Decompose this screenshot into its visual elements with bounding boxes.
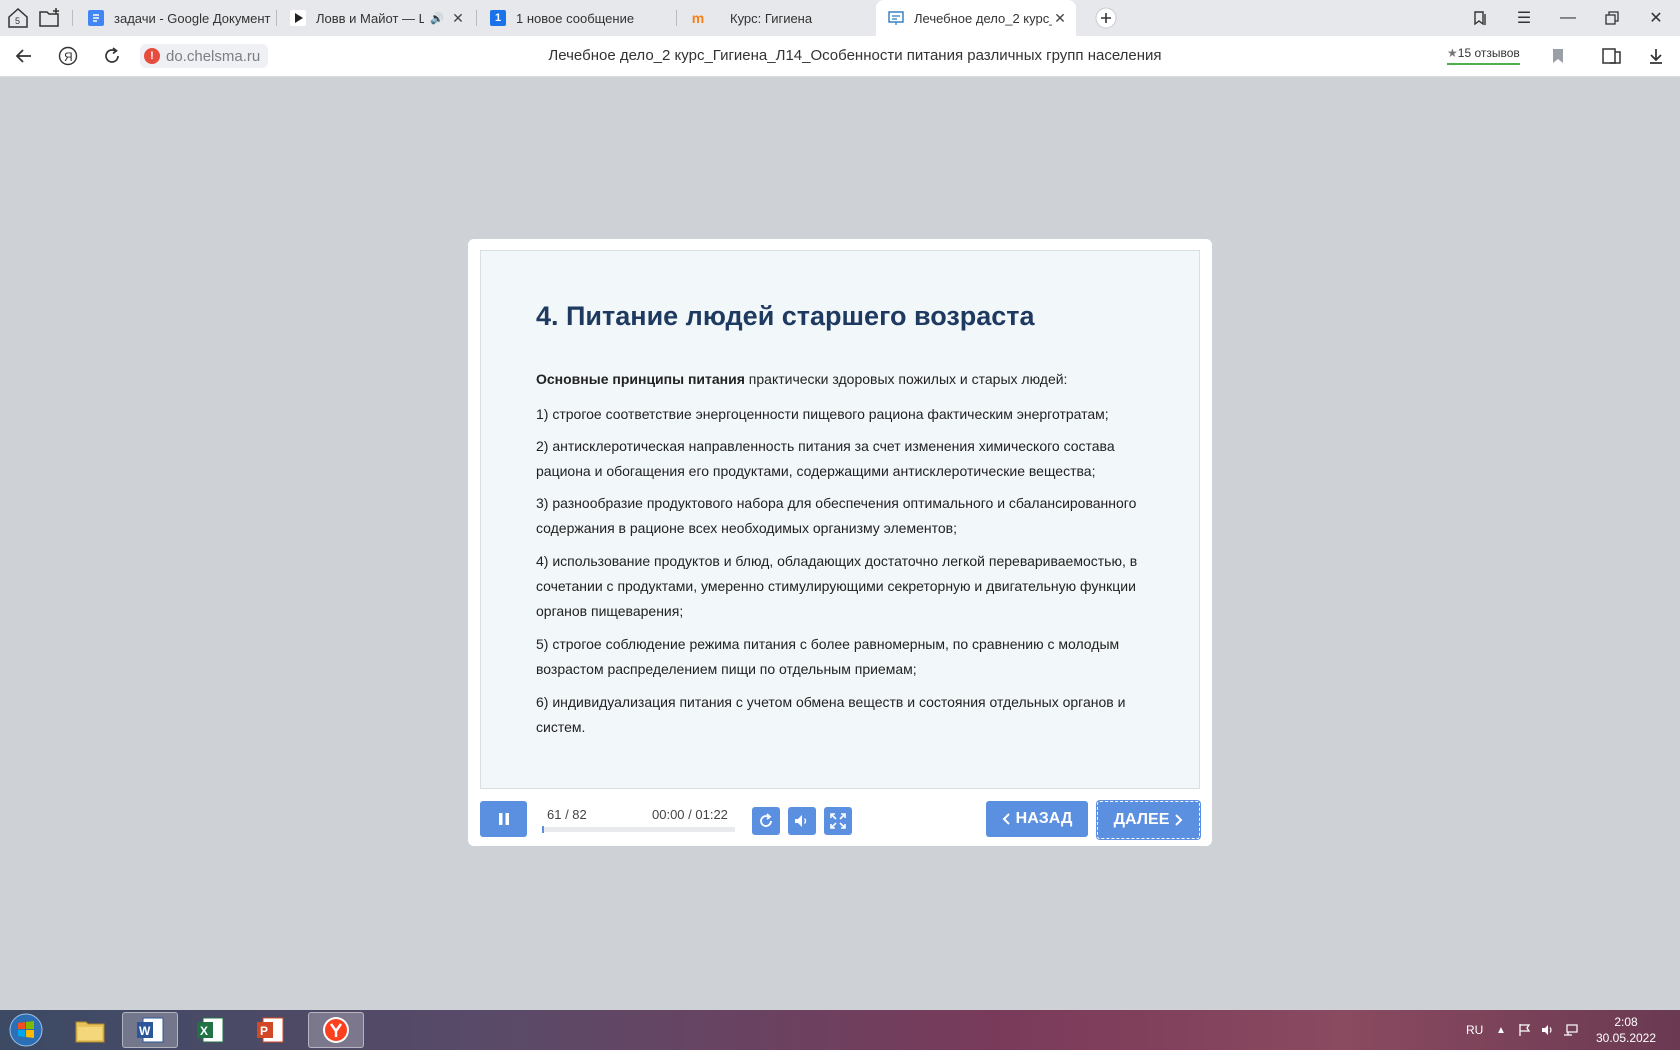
restore-icon[interactable] [1590,0,1634,36]
tab-title: Ловв и Майот — LO [316,10,425,26]
clock-date: 30.05.2022 [1595,1031,1657,1045]
taskbar: W X P RU ▲ 2:08 30.05.2022 [0,1010,1680,1050]
intro-bold: Основные принципы питания [536,371,745,387]
reviews-count: 15 отзывов [1457,46,1520,60]
progress-handle[interactable] [542,826,544,833]
back-arrow-icon[interactable] [10,42,38,70]
svg-text:5: 5 [15,16,20,26]
tab-lovv-i-mayot[interactable]: Ловв и Майот — LO 🔊 ✕ [278,0,474,36]
svg-text:X: X [200,1024,208,1038]
tab-title: задачи - Google Документ [114,10,271,26]
clock-time: 2:08 [1614,1015,1638,1029]
excel-icon[interactable]: X [182,1012,238,1048]
slide-intro: Основные принципы питания практически зд… [536,367,1146,392]
close-tab-icon[interactable]: ✕ [1052,10,1068,27]
list-item: 4) использование продуктов и блюд, облад… [536,553,1138,619]
url-field[interactable]: ! do.chelsma.ru [140,44,269,68]
google-docs-icon [88,10,104,26]
tab-strip: 5 задачи - Google Документ Ловв и Майот … [0,0,1680,36]
language-indicator[interactable]: RU [1466,1010,1483,1050]
list-item: 3) разнообразие продуктового набора для … [536,495,1137,536]
bookmark-icon[interactable] [1544,42,1572,70]
tray-expand-icon[interactable]: ▲ [1496,1010,1506,1050]
svg-text:P: P [260,1024,268,1038]
new-tab-group-icon[interactable] [36,4,64,32]
chevron-left-icon [1002,813,1010,825]
player-controls: 61 / 82 00:00 / 01:22 НАЗАД ДАЛЕЕ [480,801,1200,839]
back-button[interactable]: НАЗАД [986,801,1088,837]
tab-new-message[interactable]: 1 1 новое сообщение [478,0,674,36]
system-clock[interactable]: 2:08 30.05.2022 [1584,1014,1668,1046]
list-item: 5) строгое соблюдение режима питания с б… [536,636,1120,677]
tab-lechebnoe-delo-active[interactable]: Лечебное дело_2 курс_ ✕ [876,0,1076,36]
action-center-flag-icon[interactable] [1518,1010,1532,1050]
word-icon[interactable]: W [122,1012,178,1048]
slide-title: 4. Питание людей старшего возраста [536,301,1035,331]
list-item: 6) индивидуализация питания с учетом обм… [536,694,1126,735]
fullscreen-icon [830,813,846,829]
reader-mode-icon[interactable] [1598,42,1626,70]
windows-logo-icon [9,1013,43,1047]
close-tab-icon[interactable]: ✕ [450,10,466,27]
volume-icon [795,815,807,827]
slide-content: Основные принципы питания практически зд… [536,367,1146,750]
svg-text:Я: Я [64,50,73,64]
minimize-icon[interactable]: — [1546,0,1590,36]
playback-time: 00:00 / 01:22 [652,807,728,822]
next-label: ДАЛЕЕ [1113,811,1170,828]
menu-icon[interactable]: ☰ [1502,0,1546,36]
file-explorer-icon[interactable] [62,1012,118,1048]
svg-text:W: W [139,1024,151,1038]
list-item: 1) строгое соответствие энергоценности п… [536,406,1109,422]
moodle-icon: m [691,10,705,26]
play-icon [290,10,306,26]
tab-manager-icon[interactable]: 5 [4,4,32,32]
slide-counter: 61 / 82 [547,807,587,822]
yandex-browser-icon[interactable] [308,1012,364,1048]
tab-title: Лечебное дело_2 курс_ [914,10,1052,26]
replay-button[interactable] [752,807,780,835]
chevron-right-icon [1175,814,1183,826]
speaker-icon[interactable]: 🔊 [430,12,444,25]
tab-kurs-gigiena[interactable]: m Курс: Гигиена [678,0,874,36]
message-count-icon: 1 [490,10,506,26]
yandex-icon[interactable]: Я [54,42,82,70]
fullscreen-button[interactable] [824,807,852,835]
tab-title: 1 новое сообщение [516,10,635,26]
start-button[interactable] [4,1012,48,1048]
pause-icon [498,813,509,825]
intro-rest: практически здоровых пожилых и старых лю… [744,371,1068,387]
warning-icon[interactable]: ! [144,48,160,64]
presentation-player: 4. Питание людей старшего возраста Основ… [468,239,1212,846]
tab-title: Курс: Гигиена [730,10,813,26]
list-item: 2) антисклеротическая направленность пит… [536,438,1115,479]
back-label: НАЗАД [1015,810,1073,827]
next-button[interactable]: ДАЛЕЕ [1097,801,1200,839]
new-tab-button[interactable] [1092,4,1120,32]
pause-button[interactable] [480,801,527,837]
address-bar: Я ! do.chelsma.ru Лечебное дело_2 курс_Г… [0,36,1680,77]
network-icon[interactable] [1563,1010,1579,1050]
volume-tray-icon[interactable] [1541,1010,1555,1050]
slide: 4. Питание людей старшего возраста Основ… [480,250,1200,789]
star-icon: ★ [1447,46,1458,60]
bookmarks-panel-icon[interactable] [1458,0,1502,36]
reload-icon[interactable] [98,42,126,70]
volume-button[interactable] [788,807,816,835]
close-window-icon[interactable]: ✕ [1634,0,1678,36]
progress-bar[interactable] [542,826,735,833]
download-icon[interactable] [1642,42,1670,70]
reviews-badge[interactable]: ★15 отзывов [1447,46,1520,65]
powerpoint-icon[interactable]: P [242,1012,298,1048]
url-text: do.chelsma.ru [166,47,261,65]
tab-google-docs[interactable]: задачи - Google Документ [76,0,274,36]
slide-icon [888,10,904,26]
replay-icon [760,813,772,827]
